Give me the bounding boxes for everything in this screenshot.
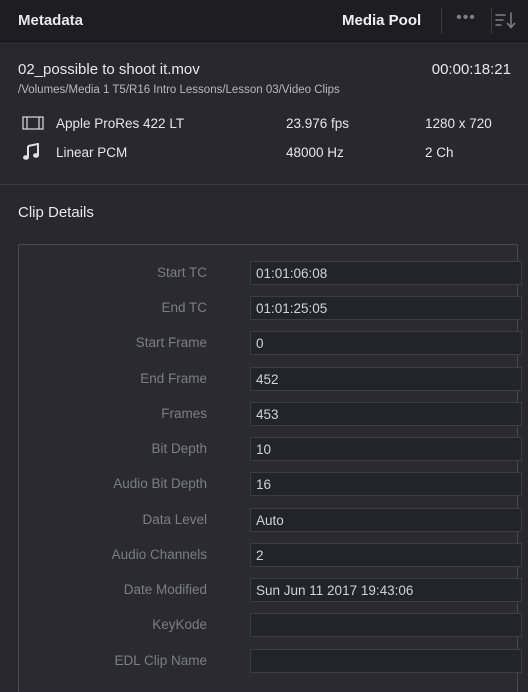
field-label-start-frame: Start Frame bbox=[135, 335, 207, 350]
panel-title: Metadata bbox=[18, 12, 84, 29]
header-divider bbox=[441, 8, 442, 34]
media-pool-button[interactable]: Media Pool bbox=[342, 12, 421, 29]
audio-channels-field[interactable]: 2 bbox=[250, 543, 522, 567]
data-level-field[interactable]: Auto bbox=[250, 508, 522, 532]
header-divider bbox=[491, 8, 492, 34]
start-tc-field[interactable]: 01:01:06:08 bbox=[250, 261, 522, 285]
end-tc-field[interactable]: 01:01:25:05 bbox=[250, 296, 522, 320]
field-label-date-modified: Date Modified bbox=[123, 582, 207, 597]
field-label-audio-bit-depth: Audio Bit Depth bbox=[113, 476, 207, 491]
audio-channels: 2 Ch bbox=[425, 145, 454, 160]
field-label-bit-depth: Bit Depth bbox=[151, 441, 207, 456]
start-frame-field[interactable]: 0 bbox=[250, 331, 522, 355]
field-label-edl-clip-name: EDL Clip Name bbox=[114, 653, 207, 668]
field-label-end-frame: End Frame bbox=[140, 371, 207, 386]
more-options-icon[interactable]: ••• bbox=[451, 9, 481, 31]
film-icon bbox=[22, 115, 44, 136]
audio-bit-depth-field[interactable]: 16 bbox=[250, 472, 522, 496]
field-label-start-tc: Start TC bbox=[156, 265, 207, 280]
clip-details-title: Clip Details bbox=[18, 204, 94, 221]
keykode-field[interactable] bbox=[250, 613, 522, 637]
video-codec: Apple ProRes 422 LT bbox=[56, 116, 185, 131]
field-label-frames: Frames bbox=[161, 406, 207, 421]
music-note-icon bbox=[22, 142, 42, 166]
video-resolution: 1280 x 720 bbox=[425, 116, 492, 131]
field-label-keykode: KeyKode bbox=[152, 617, 207, 632]
section-divider bbox=[0, 184, 528, 185]
end-frame-field[interactable]: 452 bbox=[250, 367, 522, 391]
sort-icon[interactable] bbox=[494, 10, 518, 32]
clip-file-name: 02_possible to shoot it.mov bbox=[18, 61, 200, 78]
clip-file-path: /Volumes/Media 1 T5/R16 Intro Lessons/Le… bbox=[18, 84, 340, 96]
bit-depth-field[interactable]: 10 bbox=[250, 437, 522, 461]
metadata-panel: Metadata Media Pool ••• 02_possible to s… bbox=[0, 0, 528, 692]
panel-header: Metadata Media Pool ••• bbox=[0, 0, 528, 42]
clip-duration: 00:00:18:21 bbox=[431, 61, 511, 78]
video-frame-rate: 23.976 fps bbox=[286, 116, 350, 131]
date-modified-field[interactable]: Sun Jun 11 2017 19:43:06 bbox=[250, 578, 522, 602]
audio-codec: Linear PCM bbox=[56, 145, 128, 160]
clip-details-box: Start TC 01:01:06:08 End TC 01:01:25:05 … bbox=[18, 244, 522, 692]
field-label-data-level: Data Level bbox=[142, 512, 207, 527]
field-label-audio-channels: Audio Channels bbox=[111, 547, 207, 562]
field-label-end-tc: End TC bbox=[161, 300, 207, 315]
frames-field[interactable]: 453 bbox=[250, 402, 522, 426]
edl-clip-name-field[interactable] bbox=[250, 649, 522, 673]
audio-sample-rate: 48000 Hz bbox=[286, 145, 344, 160]
